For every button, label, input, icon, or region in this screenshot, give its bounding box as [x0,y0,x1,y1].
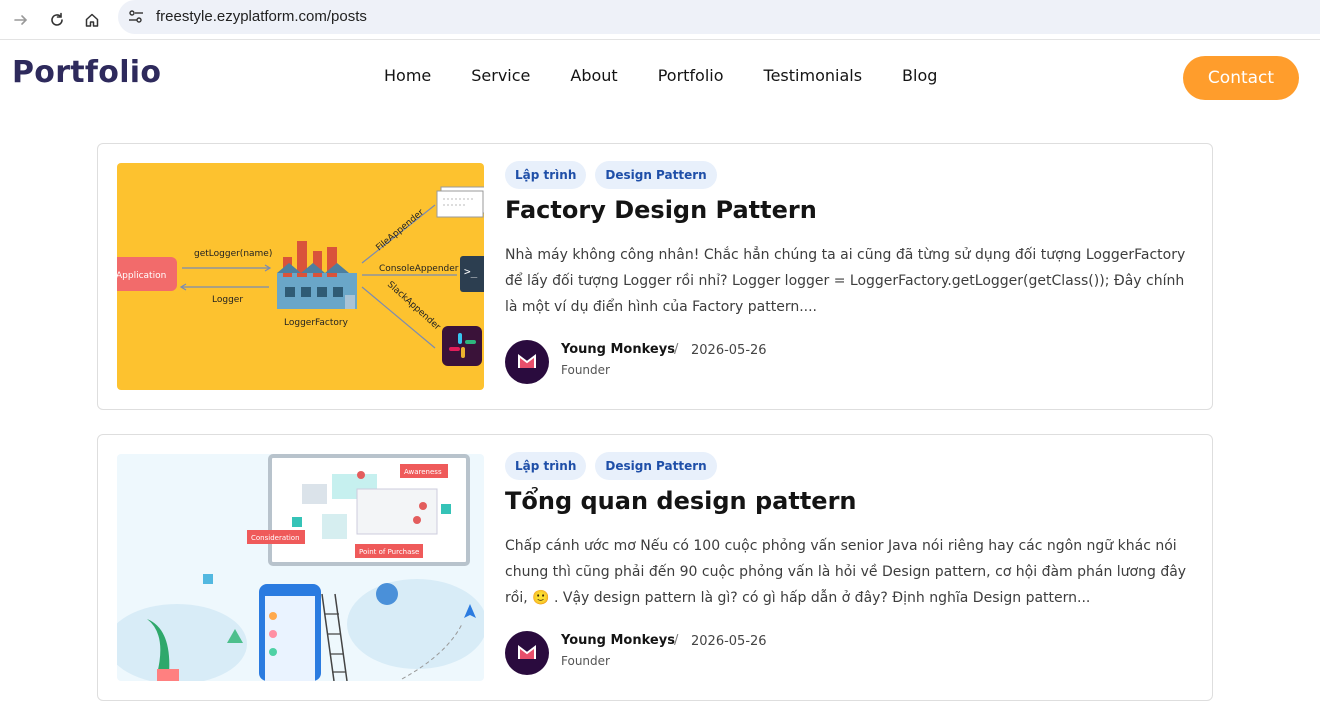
post-date: 2026-05-26 [691,634,767,649]
post-date: 2026-05-26 [691,343,767,358]
diagram-loggerfactory-label: LoggerFactory [284,318,349,328]
post-excerpt: Chấp cánh ước mơ Nếu có 100 cuộc phỏng v… [505,538,1187,606]
author-name[interactable]: Young Monkeys [561,633,675,648]
nav-blog[interactable]: Blog [902,66,937,85]
nav-service[interactable]: Service [471,66,530,85]
url-text[interactable]: freestyle.ezyplatform.com/posts [156,8,367,25]
tag-design-pattern[interactable]: Design Pattern [595,452,717,480]
post-tags: Lập trình Design Pattern [505,452,726,480]
post-tags: Lập trình Design Pattern [505,161,726,189]
svg-text:>_: >_ [464,265,478,278]
site-info-icon[interactable] [127,8,145,30]
post-card: Application getLogger(name) Logger Logge… [97,143,1213,410]
reload-icon[interactable] [45,8,69,32]
browser-toolbar: freestyle.ezyplatform.com/posts [0,0,1320,40]
post-excerpt: Nhà máy không công nhân! Chắc hẳn chúng … [505,247,1186,315]
illustration-point-of-purchase-label: Point of Purchase [359,548,419,556]
illustration-consideration-label: Consideration [251,534,300,542]
tag-lap-trinh[interactable]: Lập trình [505,161,587,189]
home-icon[interactable] [80,8,104,32]
illustration-awareness-label: Awareness [404,468,442,476]
diagram-getlogger-label: getLogger(name) [194,249,272,259]
post-thumbnail-design-pattern[interactable]: Awareness Consideration Point of Purchas… [117,454,484,681]
diagram-logger-label: Logger [212,295,243,305]
post-thumbnail-factory-diagram[interactable]: Application getLogger(name) Logger Logge… [117,163,484,390]
author-avatar[interactable] [505,340,549,384]
nav-testimonials[interactable]: Testimonials [764,66,863,85]
main-nav: Home Service About Portfolio Testimonial… [384,66,977,85]
site-logo[interactable]: Portfolio [12,55,161,90]
tag-lap-trinh[interactable]: Lập trình [505,452,587,480]
meta-separator: / [674,342,679,357]
nav-portfolio[interactable]: Portfolio [658,66,724,85]
author-role: Founder [561,363,610,377]
author-avatar[interactable] [505,631,549,675]
nav-about[interactable]: About [570,66,617,85]
nav-home[interactable]: Home [384,66,431,85]
address-bar[interactable]: freestyle.ezyplatform.com/posts [118,0,1320,34]
diagram-application-label: Application [117,271,166,281]
meta-separator: / [674,633,679,648]
post-card: Awareness Consideration Point of Purchas… [97,434,1213,701]
author-role: Founder [561,654,610,668]
post-title[interactable]: Tổng quan design pattern [505,487,857,515]
contact-button[interactable]: Contact [1183,56,1299,100]
forward-arrow-icon[interactable] [9,8,33,32]
tag-design-pattern[interactable]: Design Pattern [595,161,717,189]
author-name[interactable]: Young Monkeys [561,342,675,357]
post-title[interactable]: Factory Design Pattern [505,196,817,224]
diagram-consoleappender-label: ConsoleAppender [379,264,459,274]
